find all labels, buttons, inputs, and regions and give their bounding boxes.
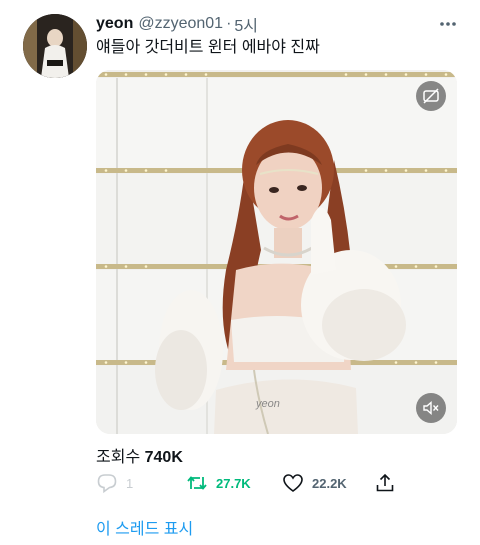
display-name[interactable]: yeon <box>96 15 133 33</box>
captions-off-icon[interactable] <box>416 81 446 111</box>
separator-dot: · <box>226 15 232 32</box>
timestamp[interactable]: 5시 <box>234 12 258 36</box>
speaker-muted-icon[interactable] <box>416 393 446 423</box>
retweet-icon <box>187 476 207 490</box>
avatar[interactable] <box>23 14 87 78</box>
view-count: 조회수 740K <box>96 443 183 467</box>
tweet-video[interactable]: yeon <box>96 70 457 434</box>
like-button[interactable]: 22.2K <box>282 470 347 496</box>
views-label: 조회수 <box>96 449 141 466</box>
share-button[interactable] <box>374 470 396 496</box>
show-thread-link[interactable]: 이 스레드 표시 <box>96 515 193 539</box>
more-icon[interactable] <box>438 14 458 34</box>
video-watermark: yeon <box>256 398 280 410</box>
retweet-count: 27.7K <box>216 475 251 491</box>
retweet-button[interactable]: 27.7K <box>186 470 251 496</box>
heart-icon <box>283 474 303 492</box>
reply-button[interactable]: 1 <box>96 470 133 496</box>
tweet-header: yeon @zzyeon01 · 5시 <box>96 13 460 35</box>
views-count: 740K <box>144 449 183 466</box>
user-handle[interactable]: @zzyeon01 <box>138 15 223 33</box>
share-icon <box>376 473 394 492</box>
like-count: 22.2K <box>312 475 347 491</box>
tweet-text: 얘들아 갓더비트 윈터 에바야 진짜 <box>96 39 320 56</box>
video-frame <box>96 70 457 434</box>
reply-bubble-icon <box>97 474 117 494</box>
avatar-image <box>23 14 87 78</box>
reply-count: 1 <box>126 475 134 491</box>
tweet-actions: 1 27.7K 22.2K <box>96 470 396 496</box>
